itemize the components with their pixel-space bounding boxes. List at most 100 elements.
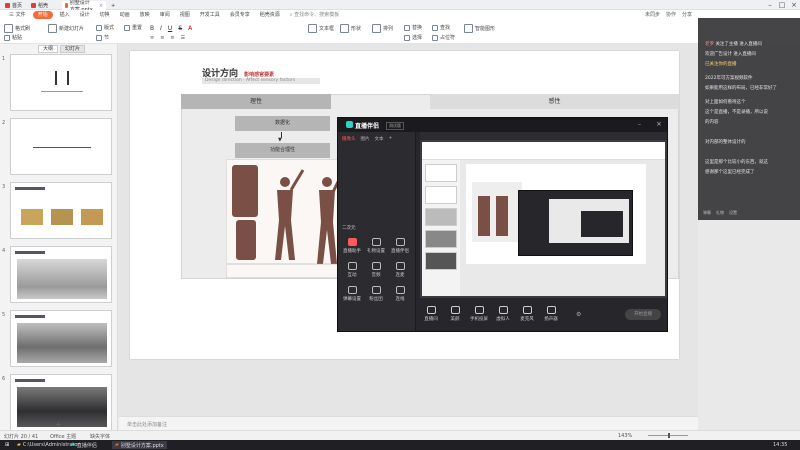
new-slide-button[interactable]: 新建幻灯片	[48, 24, 84, 33]
placeholder-button[interactable]: 占位符	[432, 34, 455, 41]
tab-document[interactable]: 别墅设计方案.pptx ×	[62, 0, 106, 13]
find-button[interactable]: 查找	[432, 24, 450, 31]
maximize-icon[interactable]: □	[776, 0, 788, 10]
source-tab-camera[interactable]: 摄像头	[342, 136, 356, 142]
microphone-button[interactable]: 麦克风	[516, 306, 538, 322]
close-window-icon[interactable]: ×	[788, 0, 800, 10]
font-controls[interactable]: B I U S A	[150, 25, 192, 32]
section-icon	[96, 34, 102, 41]
minimize-icon[interactable]: –	[638, 121, 641, 128]
version-badge: 测试版	[386, 122, 404, 130]
add-source-button[interactable]: +	[389, 136, 393, 142]
tab-docer[interactable]: 稻壳	[28, 1, 51, 10]
slide-thumbnail[interactable]	[10, 310, 112, 367]
format-painter-icon	[4, 24, 13, 33]
grid-interact[interactable]: 互动	[341, 262, 363, 278]
chat-settings-button[interactable]: 设置	[729, 210, 737, 216]
paragraph-controls[interactable]: ≡ ≡ ≡ ☰	[150, 35, 185, 41]
command-search[interactable]: ⌕ 查找命令、搜索模板	[285, 10, 344, 20]
strike-icon[interactable]: S	[178, 25, 182, 32]
add-slide-icon[interactable]: +	[55, 420, 62, 429]
bullet-list-icon[interactable]: ☰	[181, 35, 185, 41]
slide-thumbnail[interactable]	[10, 54, 112, 111]
tab-home[interactable]: 首页	[2, 1, 25, 10]
zoom-slider-handle[interactable]	[668, 433, 670, 438]
gift-button[interactable]: 礼物	[716, 210, 724, 216]
start-button[interactable]: ⊞	[2, 441, 12, 449]
speaker-button[interactable]: 扬声器	[540, 306, 562, 322]
taskbar-stream-app[interactable]: ▰ 直播伴侣	[68, 441, 100, 449]
grid-connect[interactable]: 连线	[389, 286, 411, 302]
grid-audio[interactable]: 音频	[365, 262, 387, 278]
share-button[interactable]: 分享	[682, 11, 692, 18]
shape-button[interactable]: 形状	[340, 24, 361, 33]
source-tab-image[interactable]: 图片	[361, 136, 370, 142]
format-painter-button[interactable]: 格式刷	[4, 24, 30, 33]
select-button[interactable]: 选择	[404, 34, 422, 41]
tab-outline[interactable]: 大纲	[38, 45, 59, 53]
minimize-icon[interactable]: –	[764, 0, 776, 10]
reset-button[interactable]: 重置	[124, 24, 142, 31]
italic-icon[interactable]: I	[160, 25, 162, 32]
slide-thumbnail[interactable]	[10, 182, 112, 239]
source-tab-text[interactable]: 文本	[375, 136, 384, 142]
arrange-button[interactable]: 排列	[372, 24, 393, 33]
interact-icon	[347, 262, 357, 270]
paste-button[interactable]: 粘贴	[4, 34, 22, 41]
grid-fans[interactable]: 粉丝团	[365, 286, 387, 302]
replace-button[interactable]: 替换	[404, 24, 422, 31]
zoom-level[interactable]: 143%	[618, 433, 632, 439]
new-tab-button[interactable]: +	[108, 1, 118, 10]
missing-font-button[interactable]: 缺失字体	[90, 433, 110, 440]
bold-icon[interactable]: B	[150, 25, 154, 32]
grid-gift-settings[interactable]: 礼物设置	[365, 238, 387, 254]
align-right-icon[interactable]: ≡	[170, 35, 174, 41]
phone-cast-button[interactable]: 手机投屏	[468, 306, 490, 322]
grid-co-host[interactable]: 连麦	[389, 262, 411, 278]
beauty-button[interactable]: 美颜	[444, 306, 466, 322]
slide-thumbnail[interactable]	[10, 118, 112, 175]
align-center-icon[interactable]: ≡	[160, 35, 164, 41]
collab-button[interactable]: 协作	[666, 11, 676, 18]
menu-design[interactable]: 设计	[75, 10, 95, 20]
virtual-human-button[interactable]: 虚拟人	[492, 306, 514, 322]
sync-status[interactable]: 未同步	[645, 11, 660, 18]
smartart-button[interactable]: 智能图形	[464, 24, 495, 33]
section-button[interactable]: 节	[96, 34, 109, 41]
notes-area[interactable]: 单击此处添加备注	[119, 416, 698, 430]
textbox-button[interactable]: 文本框	[308, 24, 334, 33]
live-room-button[interactable]: 直播间	[420, 306, 442, 322]
grid-danmaku[interactable]: 弹幕设置	[341, 286, 363, 302]
menu-insert[interactable]: 插入	[55, 10, 75, 20]
menu-view[interactable]: 视图	[175, 10, 195, 20]
align-left-icon[interactable]: ≡	[150, 35, 154, 41]
underline-icon[interactable]: U	[168, 25, 172, 32]
menu-animation[interactable]: 动画	[115, 10, 135, 20]
taskbar-wps[interactable]: ▰ 别墅设计方案.pptx	[112, 441, 167, 449]
settings-icon[interactable]: ⚙	[576, 311, 581, 318]
danmaku-button[interactable]: 弹幕	[703, 210, 711, 216]
preview-thumbs	[422, 160, 460, 296]
chat-message: 这里是那个比较小的东西，就这	[705, 160, 768, 165]
slide-thumbnail[interactable]	[10, 246, 112, 303]
grid-companion[interactable]: 直播伴侣	[389, 238, 411, 254]
menu-developer[interactable]: 开发工具	[195, 10, 225, 20]
grid-live-assistant[interactable]: 直播助手	[341, 238, 363, 254]
menu-slideshow[interactable]: 放映	[135, 10, 155, 20]
menu-file[interactable]: 三 文件	[4, 10, 31, 20]
layout-icon	[96, 24, 102, 31]
theme-name[interactable]: Office 主题	[50, 433, 76, 440]
menu-docer-resources[interactable]: 稻壳资源	[255, 10, 285, 20]
menu-member[interactable]: 会员专享	[225, 10, 255, 20]
menu-start[interactable]: 开始	[32, 11, 53, 19]
tab-slides[interactable]: 幻灯片	[60, 45, 86, 53]
menu-transition[interactable]: 切换	[95, 10, 115, 20]
replace-icon	[404, 24, 410, 31]
layout-button[interactable]: 版式	[96, 24, 114, 31]
start-live-button[interactable]: 开始直播	[625, 309, 661, 320]
font-color-icon[interactable]: A	[188, 25, 192, 32]
close-icon[interactable]: ×	[656, 120, 662, 128]
close-tab-icon[interactable]: ×	[99, 3, 103, 9]
menu-review[interactable]: 审阅	[155, 10, 175, 20]
thumb-title	[15, 315, 45, 318]
